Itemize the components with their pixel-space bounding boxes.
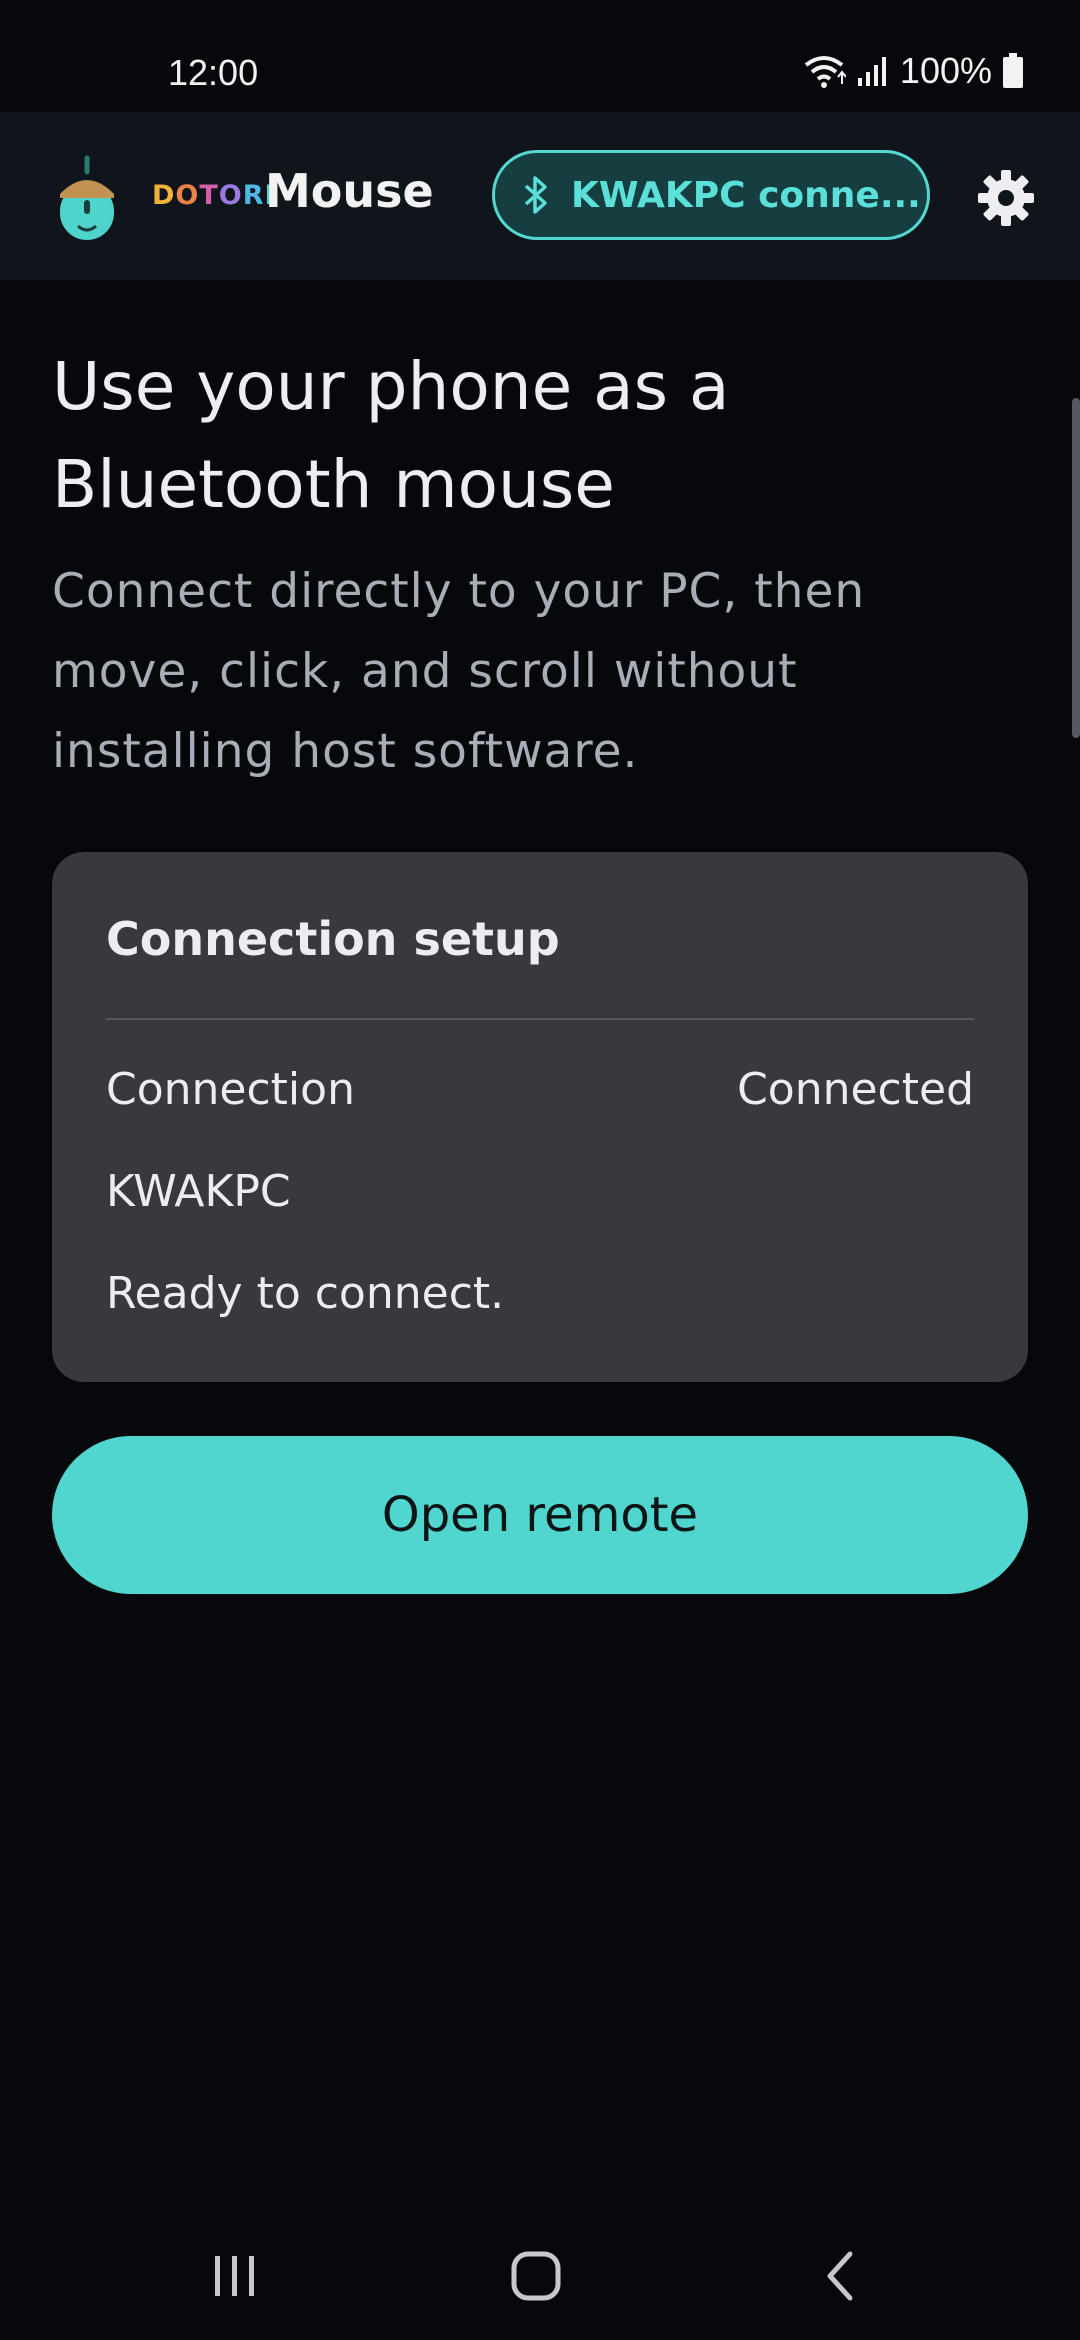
connection-label: Connection [106, 1064, 355, 1115]
open-remote-button[interactable]: Open remote [52, 1436, 1028, 1594]
battery-percentage: 100% [899, 50, 992, 91]
battery-icon [1003, 53, 1023, 88]
status-bar: 12:00 100% [0, 0, 1080, 112]
navigation-bar [0, 2200, 1080, 2340]
back-icon[interactable] [800, 2236, 880, 2316]
status-icons: 100% [802, 50, 1024, 92]
connection-status-chip[interactable]: KWAKPC conne... [492, 150, 930, 240]
signal-icon [857, 57, 886, 86]
brand-name: Mouse [265, 164, 434, 218]
wifi-icon [804, 56, 846, 88]
connection-setup-card: Connection setup Connection Connected KW… [52, 852, 1028, 1382]
page-title: Use your phone as a Bluetooth mouse [52, 348, 730, 523]
status-message: Ready to connect. [106, 1268, 505, 1319]
card-divider [106, 1018, 974, 1020]
recent-apps-icon[interactable] [195, 2236, 275, 2316]
status-time: 12:00 [168, 52, 259, 93]
app-bar: DOTORI Mouse KWAKPC conne... [0, 112, 1080, 280]
brand-prefix: DOTORI [152, 180, 276, 211]
bluetooth-icon [524, 176, 547, 214]
mouse-logo-icon [60, 155, 114, 240]
screen: 12:00 100% DOTORI Mouse KWAKPC conne... … [0, 0, 1080, 2340]
scrollbar[interactable] [1072, 398, 1080, 738]
connection-status-value: Connected [737, 1064, 974, 1115]
page-subtitle: Connect directly to your PC, then move, … [52, 564, 866, 779]
connection-chip-label: KWAKPC conne... [571, 174, 921, 216]
gear-icon[interactable] [976, 168, 1036, 228]
device-name: KWAKPC [106, 1166, 291, 1217]
home-icon[interactable] [496, 2236, 576, 2316]
card-title: Connection setup [106, 912, 560, 966]
